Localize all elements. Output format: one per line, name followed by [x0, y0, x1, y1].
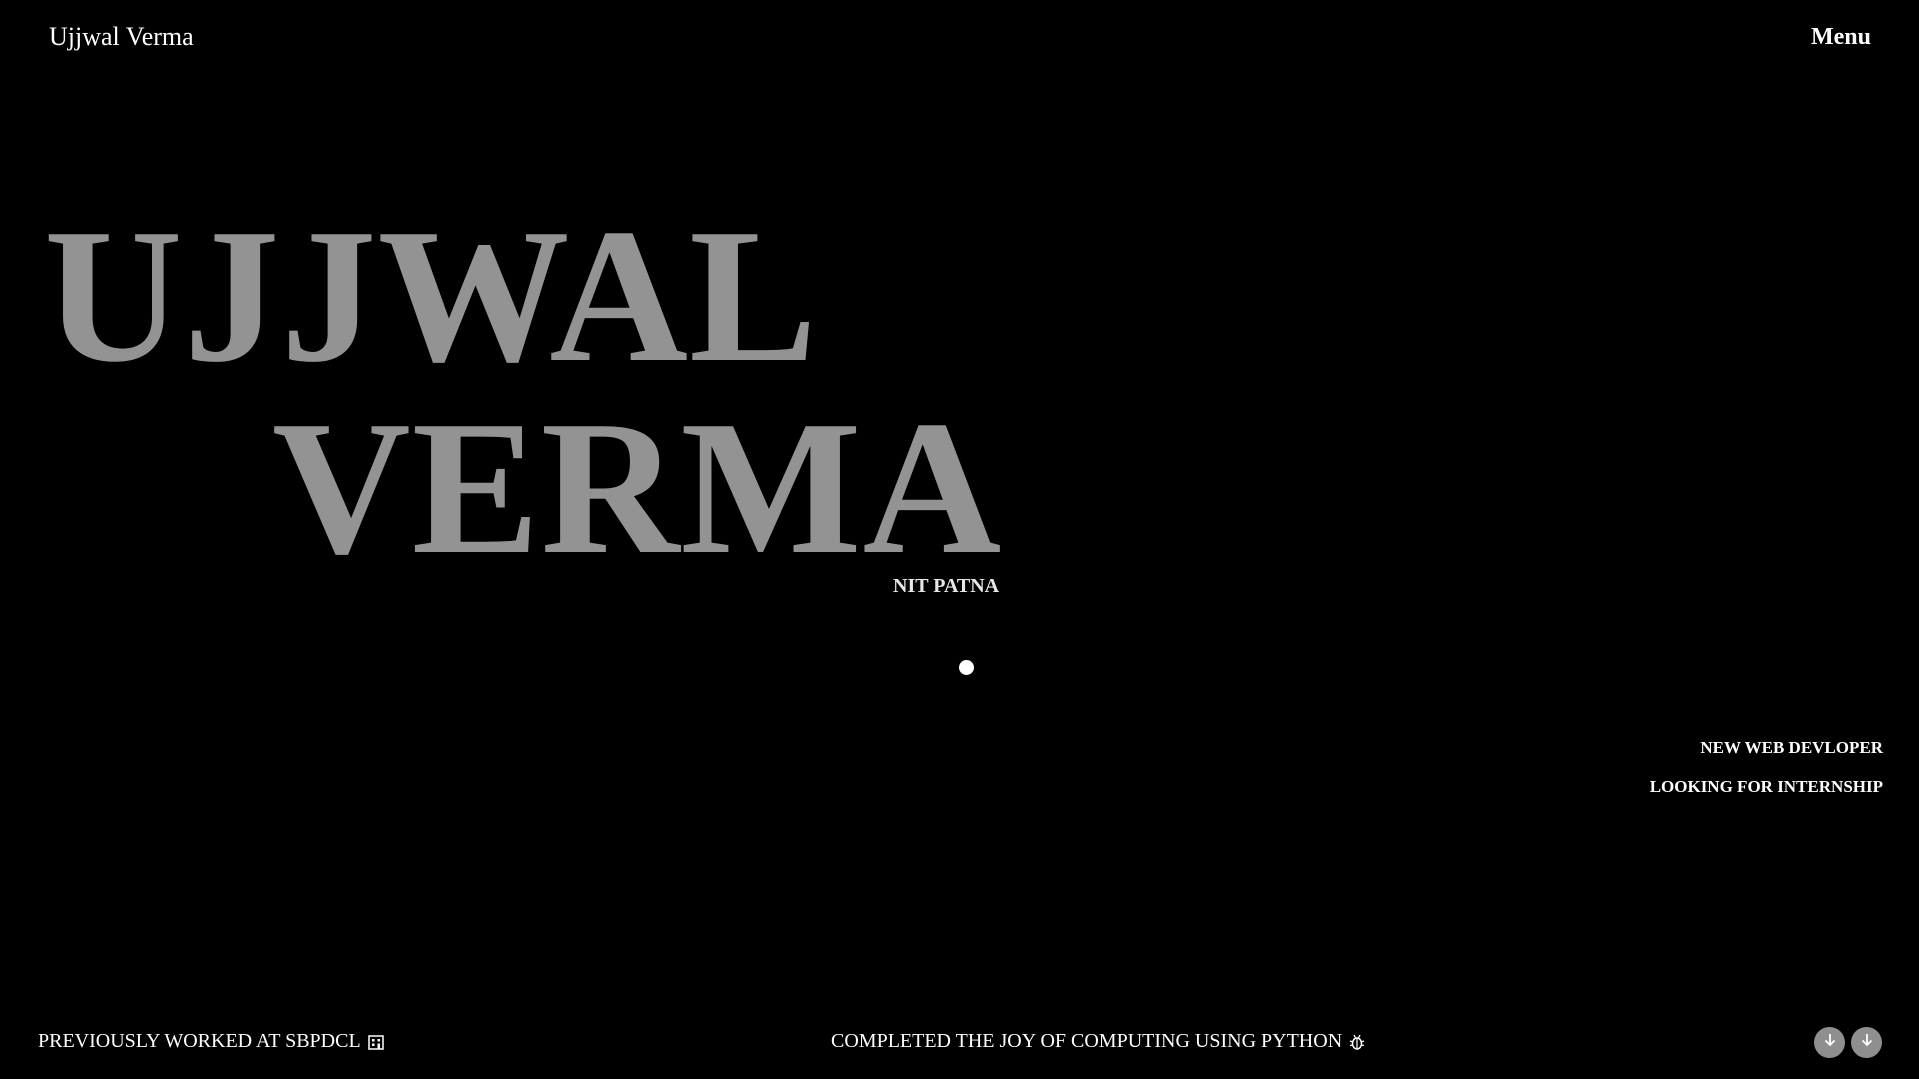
building-icon	[367, 1033, 385, 1051]
cursor-dot	[959, 660, 974, 675]
arrow-down-icon	[1859, 1032, 1875, 1053]
footer-experience: PREVIOUSLY WORKED AT SBPDCL	[38, 1030, 385, 1053]
side-tags: NEW WEB DEVLOPER LOOKING FOR INTERNSHIP	[1650, 738, 1883, 816]
arrow-down-icon	[1822, 1032, 1838, 1053]
scroll-down-button[interactable]	[1814, 1027, 1845, 1058]
footer-course: COMPLETED THE JOY OF COMPUTING USING PYT…	[831, 1030, 1366, 1053]
hero-last-name: VERMA	[272, 381, 1003, 594]
hero-first-name: UJJWAL	[44, 189, 819, 402]
scroll-buttons	[1814, 1027, 1882, 1058]
side-tag-role: NEW WEB DEVLOPER	[1700, 738, 1883, 757]
footer-course-text: COMPLETED THE JOY OF COMPUTING USING PYT…	[831, 1030, 1343, 1052]
side-tag-status: LOOKING FOR INTERNSHIP	[1649, 777, 1883, 796]
scroll-down-button-secondary[interactable]	[1851, 1027, 1882, 1058]
hero-subtitle: NIT PATNA	[893, 575, 1000, 597]
site-logo[interactable]: Ujjwal Verma	[49, 22, 194, 52]
page: Ujjwal Verma Menu UJJWAL VERMA NIT PATNA…	[0, 0, 1919, 1079]
menu-button[interactable]: Menu	[1811, 24, 1871, 51]
footer-experience-text: PREVIOUSLY WORKED AT SBPDCL	[38, 1030, 361, 1052]
bug-icon	[1348, 1033, 1366, 1051]
